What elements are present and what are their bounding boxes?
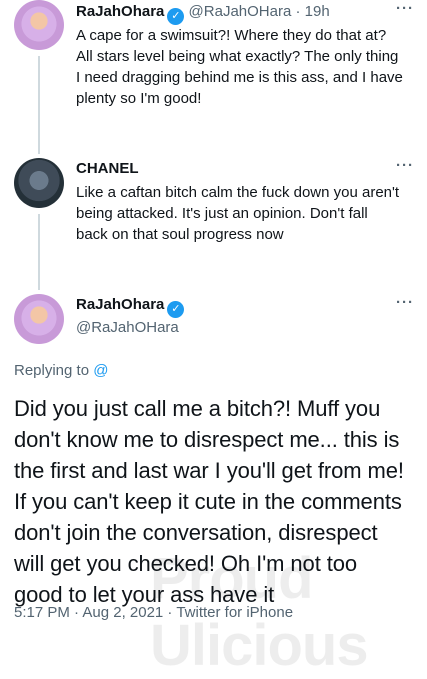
tweet-header: RaJahOhara ✓ @RaJahOHara · 19h: [76, 3, 330, 25]
tweet-line: Like a caftan bitch calm the fuck down y…: [76, 184, 400, 201]
author-handle[interactable]: @RaJahOHara: [189, 3, 292, 20]
author-handle[interactable]: @RaJahOHara: [76, 319, 179, 336]
separator: ·: [295, 3, 301, 20]
author-name[interactable]: RaJahOhara: [76, 296, 164, 313]
tweet-text: A cape for a swimsuit?! Where they do th…: [76, 25, 403, 109]
tweet-line: A cape for a swimsuit?! Where they do th…: [76, 27, 387, 44]
tweet-text: Like a caftan bitch calm the fuck down y…: [76, 182, 399, 245]
replying-to: Replying to @: [14, 362, 108, 379]
tweet-line: being attacked. It's just an opinion. Do…: [76, 205, 368, 222]
tweet-meta[interactable]: 5:17 PM · Aug 2, 2021 · Twitter for iPho…: [14, 604, 293, 621]
avatar[interactable]: [14, 158, 64, 208]
tweet-text: Did you just call me a bitch?! Muff you …: [14, 393, 404, 610]
tweet-line: will get you checked! Oh I'm not too: [14, 551, 357, 576]
verified-badge-icon: ✓: [167, 301, 185, 318]
tweet-line: don't join the conversation, disrespect: [14, 520, 378, 545]
tweet-line: back on that soul progress now: [76, 226, 284, 243]
tweet-line: I need dragging behind me is this ass, a…: [76, 69, 403, 86]
more-icon[interactable]: ···: [396, 294, 414, 311]
timestamp[interactable]: 19h: [305, 3, 330, 20]
avatar[interactable]: [14, 0, 64, 50]
replying-label: Replying to: [14, 362, 90, 379]
thread-line: [38, 56, 40, 154]
author-name[interactable]: RaJahOhara: [76, 3, 164, 20]
verified-badge-icon: ✓: [167, 8, 185, 25]
tweet-line: the first and last war I you'll get from…: [14, 458, 404, 483]
tweet-header: RaJahOhara ✓: [76, 296, 185, 318]
tweet-line: If you can't keep it cute in the comment…: [14, 489, 402, 514]
mention-link[interactable]: @: [93, 362, 108, 379]
tweet-line: Did you just call me a bitch?! Muff you: [14, 396, 381, 421]
tweet-header: CHANEL: [76, 160, 139, 177]
author-name[interactable]: CHANEL: [76, 160, 139, 177]
tweet-line: don't know me to disrespect me... this i…: [14, 427, 400, 452]
avatar[interactable]: [14, 294, 64, 344]
more-icon[interactable]: ···: [396, 0, 414, 17]
thread-line: [38, 214, 40, 290]
tweet-line: plenty so I'm good!: [76, 90, 202, 107]
more-icon[interactable]: ···: [396, 157, 414, 174]
tweet-line: All stars level being what exactly? The …: [76, 48, 399, 65]
